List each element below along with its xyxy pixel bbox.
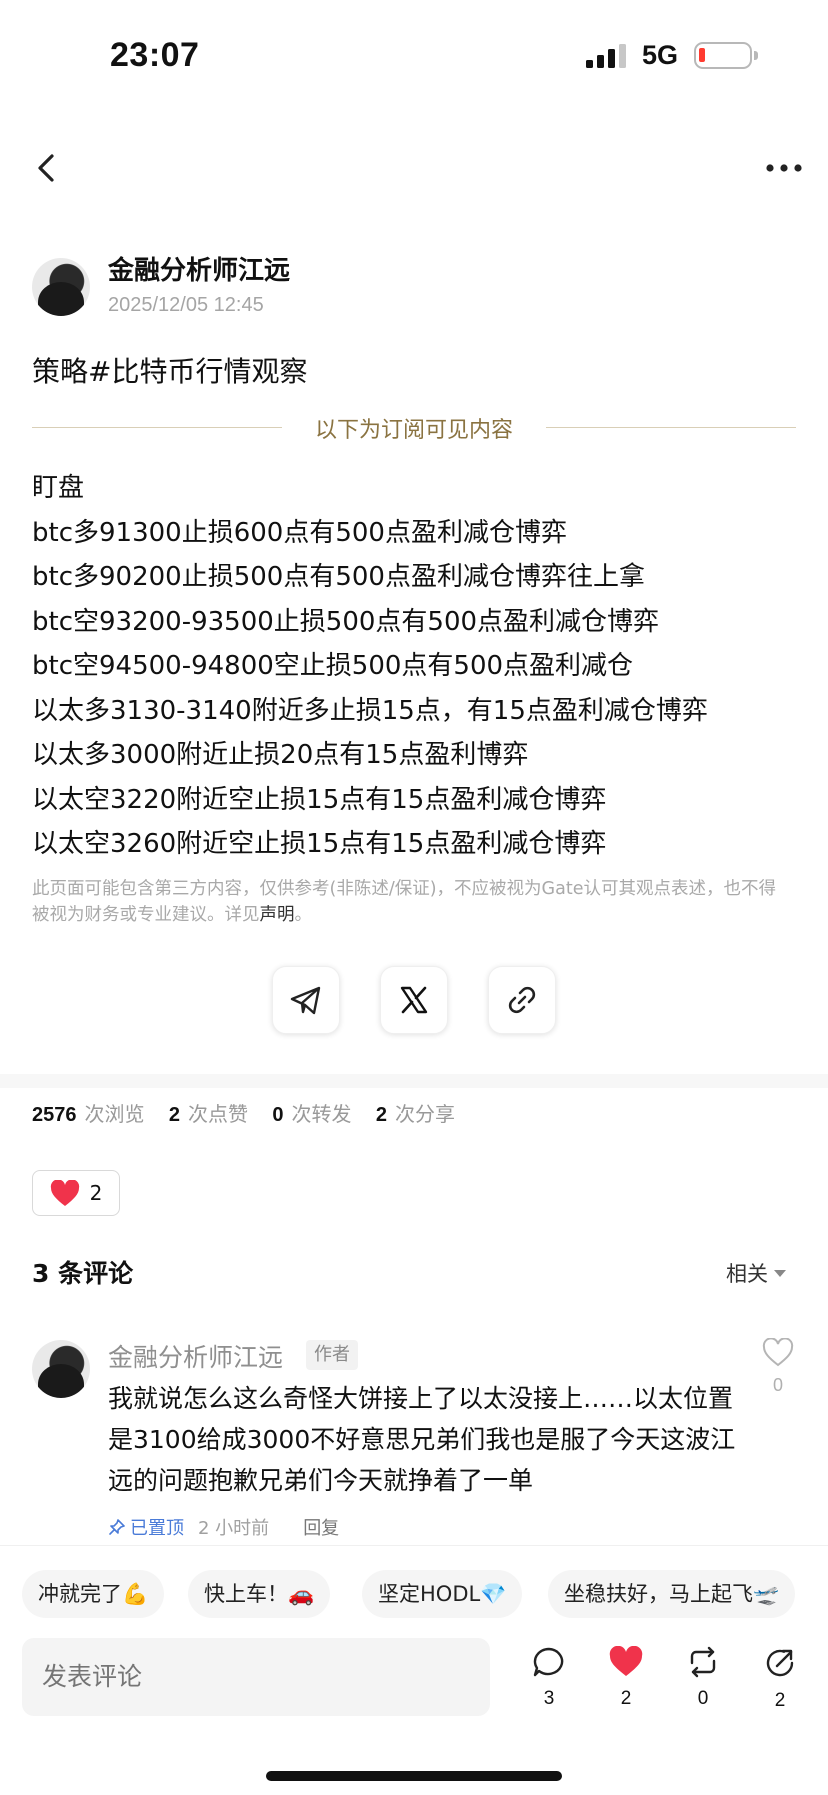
pin-icon: [109, 1519, 125, 1535]
comment-avatar[interactable]: [32, 1340, 90, 1398]
like-action-button[interactable]: 2: [601, 1645, 651, 1710]
x-logo-icon: [400, 986, 428, 1014]
telegram-icon: [290, 986, 321, 1015]
quick-reply-chip[interactable]: 坚定HODL💎: [362, 1570, 523, 1618]
bottom-bar: 冲就完了💪 快上车！🚗 坚定HODL💎 坐稳扶好，马上起飞🛫 3 2 0 2: [0, 1545, 828, 1795]
post-content: 盯盘 btc多91300止损600点有500点盈利减仓博弈 btc多90200止…: [32, 466, 812, 867]
post-title: 策略#比特币行情观察: [32, 355, 308, 388]
shares-count: 2: [375, 1104, 387, 1126]
subscriber-divider: 以下为订阅可见内容: [32, 410, 796, 444]
reply-button[interactable]: 回复: [303, 1514, 339, 1540]
author-avatar[interactable]: [32, 258, 90, 316]
reposts-count: 0: [272, 1104, 284, 1126]
reaction-count: 2: [89, 1181, 103, 1205]
shares-label: 次分享: [394, 1102, 455, 1126]
quick-reply-chip[interactable]: 快上车！🚗: [188, 1570, 331, 1618]
post-stats: 2576 次浏览 2 次点赞 0 次转发 2 次分享: [32, 1098, 473, 1127]
disclaimer-text: 此页面可能包含第三方内容，仅供参考(非陈述/保证)，不应被视为Gate认可其观点…: [32, 879, 776, 925]
post-line: 以太空3260附近空止损15点有15点盈利减仓博弈: [32, 829, 607, 859]
author-badge: 作者: [306, 1340, 358, 1370]
post-line: 以太多3130-3140附近多止损15点，有15点盈利减仓博弈: [32, 695, 708, 726]
post-line: btc多91300止损600点有500点盈利减仓博弈: [32, 517, 567, 548]
comment-meta: 已置顶 2 小时前 回复: [108, 1514, 339, 1540]
comments-count: 3: [543, 1688, 555, 1709]
pinned-indicator: 已置顶: [108, 1514, 184, 1540]
back-icon[interactable]: [30, 148, 62, 188]
disclaimer: 此页面可能包含第三方内容，仅供参考(非陈述/保证)，不应被视为Gate认可其观点…: [32, 876, 792, 928]
comments-title: 3 条评论: [32, 1259, 134, 1288]
share-count: 2: [774, 1690, 786, 1711]
quick-reply-chip[interactable]: 坐稳扶好，马上起飞🛫: [548, 1570, 796, 1618]
post-line: 以太空3220附近空止损15点有15点盈利减仓博弈: [32, 784, 607, 815]
heart-outline-icon: [762, 1337, 794, 1367]
share-icon: [766, 1649, 794, 1677]
post-line: btc空94500-94800空止损500点有500点盈利减仓: [32, 651, 634, 681]
signal-icon: [586, 44, 626, 68]
home-indicator: [266, 1771, 562, 1781]
comment-sort-label: 相关: [726, 1262, 768, 1286]
network-type: 5G: [642, 40, 679, 70]
battery-icon: [694, 42, 752, 69]
comment-time: 2 小时前: [198, 1518, 270, 1539]
status-time: 23:07: [110, 36, 200, 74]
reaction-like-button[interactable]: 2: [32, 1170, 120, 1216]
post-line: btc空93200-93500止损500点有500点盈利减仓博弈: [32, 606, 660, 637]
post-line: 盯盘: [32, 473, 85, 503]
heart-icon: [609, 1645, 643, 1676]
comment-author[interactable]: 金融分析师江远: [108, 1338, 283, 1374]
share-x-button[interactable]: [380, 966, 448, 1034]
comment-input[interactable]: [22, 1638, 490, 1716]
share-action-button[interactable]: 2: [755, 1646, 805, 1712]
copy-link-button[interactable]: [488, 966, 556, 1034]
comment-like-button[interactable]: 0: [760, 1337, 796, 1396]
comments-action-button[interactable]: 3: [524, 1646, 574, 1710]
disclaimer-end: 。: [294, 905, 313, 925]
caret-down-icon: [774, 1270, 786, 1277]
quick-reply-chip[interactable]: 冲就完了💪: [22, 1570, 165, 1618]
subscriber-divider-label: 以下为订阅可见内容: [314, 418, 513, 443]
repost-icon: [690, 1646, 716, 1678]
like-count: 2: [620, 1688, 632, 1709]
post-line: btc多90200止损500点有500点盈利减仓博弈往上拿: [32, 562, 645, 592]
comment-like-count: 0: [772, 1375, 783, 1395]
link-icon: [508, 986, 536, 1014]
more-options-icon[interactable]: [764, 152, 804, 184]
views-count: 2576: [32, 1104, 77, 1126]
likes-label: 次点赞: [187, 1102, 248, 1126]
battery-cap: [754, 51, 758, 60]
status-bar: 23:07 5G: [0, 0, 828, 110]
share-row: [0, 966, 828, 1034]
author-name[interactable]: 金融分析师江远: [108, 250, 290, 287]
repost-action-button[interactable]: 0: [678, 1646, 728, 1710]
section-separator: [0, 1074, 828, 1088]
likes-count: 2: [168, 1104, 180, 1126]
comment-sort-dropdown[interactable]: 相关: [726, 1258, 786, 1288]
post-line: 以太多3000附近止损20点有15点盈利博弈: [32, 740, 529, 770]
repost-count: 0: [697, 1688, 709, 1709]
heart-icon: [50, 1179, 79, 1206]
views-label: 次浏览: [84, 1102, 145, 1126]
disclaimer-link[interactable]: 声明: [260, 905, 295, 925]
comment-body: 我就说怎么这么奇怪大饼接上了以太没接上……以太位置是3100给成3000不好意思…: [108, 1384, 736, 1495]
share-telegram-button[interactable]: [272, 966, 340, 1034]
comment-bubble-icon: [533, 1647, 564, 1677]
reposts-label: 次转发: [291, 1102, 352, 1126]
post-timestamp: 2025/12/05 12:45: [108, 294, 264, 316]
pinned-label: 已置顶: [130, 1518, 184, 1539]
